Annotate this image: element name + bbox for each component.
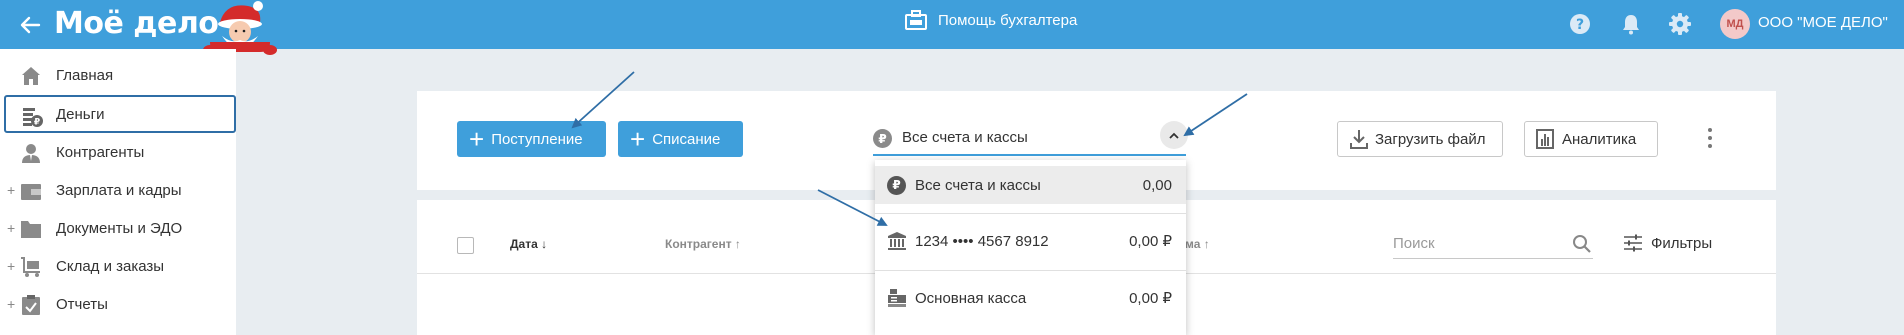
plus-icon: + [469, 124, 485, 154]
expand-icon[interactable]: + [7, 296, 15, 312]
person-icon [22, 144, 40, 163]
svg-text:?: ? [1576, 17, 1584, 33]
cash-register-icon [888, 289, 906, 307]
wallet-icon [21, 184, 41, 200]
sidebar-item-documents[interactable]: + Документы и ЭДО [0, 209, 236, 247]
gear-icon[interactable] [1668, 12, 1692, 36]
santa-decoration-icon [203, 1, 277, 55]
download-icon [1350, 130, 1368, 149]
dropdown-item-all-accounts[interactable]: ₽ Все счета и кассы 0,00 [875, 166, 1186, 204]
dropdown-item-label: Все счета и кассы [915, 176, 1041, 194]
account-select-value: Все счета и кассы [902, 129, 1028, 146]
account-select-toggle[interactable] [1160, 121, 1188, 149]
sidebar-item-label: Отчеты [56, 295, 108, 313]
help-icon[interactable]: ? [1568, 12, 1592, 36]
analytics-label: Аналитика [1562, 130, 1637, 148]
upload-file-label: Загрузить файл [1375, 130, 1486, 148]
sidebar-item-counterparties[interactable]: Контрагенты [0, 133, 236, 171]
svg-text:₽: ₽ [34, 118, 40, 128]
add-income-label: Поступление [491, 130, 583, 148]
organization-name[interactable]: ООО "МОЕ ДЕЛО" [1758, 14, 1888, 31]
sidebar-item-salary[interactable]: + Зарплата и кадры [0, 171, 236, 209]
sidebar: Главная ₽ Деньги Контрагенты + Зарплата … [0, 49, 236, 335]
add-expense-button[interactable]: + Списание [618, 121, 743, 157]
filters-label: Фильтры [1651, 234, 1713, 252]
sidebar-item-label: Контрагенты [56, 143, 145, 161]
sidebar-item-label: Деньги [56, 105, 105, 123]
sidebar-item-label: Документы и ЭДО [56, 219, 183, 237]
expand-icon[interactable]: + [7, 220, 15, 236]
briefcase-icon [905, 10, 927, 30]
select-all-checkbox[interactable] [457, 237, 474, 254]
filter-sliders-icon [1624, 234, 1642, 252]
back-arrow-icon[interactable] [17, 12, 43, 38]
sidebar-item-label: Зарплата и кадры [56, 181, 182, 199]
more-options-icon[interactable] [1707, 127, 1713, 149]
add-income-button[interactable]: + Поступление [457, 121, 606, 157]
dropdown-divider [875, 270, 1186, 271]
dropdown-item-bank-account[interactable]: 1234 •••• 4567 8912 0,00 ₽ [875, 222, 1186, 260]
expand-icon[interactable]: + [7, 258, 15, 274]
upload-file-button[interactable]: Загрузить файл [1337, 121, 1503, 157]
sidebar-item-warehouse[interactable]: + Склад и заказы [0, 247, 236, 285]
dropdown-item-balance: 0,00 ₽ [1129, 290, 1172, 307]
avatar[interactable]: МД [1720, 9, 1750, 39]
search-icon[interactable] [1572, 234, 1592, 254]
report-icon [22, 295, 40, 315]
top-header: Моё дело Помощь бухгалтера ? МД ООО "МОЕ… [0, 0, 1904, 55]
sidebar-item-money[interactable]: ₽ Деньги [4, 95, 236, 133]
cart-icon [21, 257, 40, 277]
plus-icon: + [630, 124, 646, 154]
app-logo[interactable]: Моё дело [54, 5, 219, 43]
money-icon: ₽ [23, 108, 43, 128]
column-header-counterparty[interactable]: Контрагент ↑ [665, 237, 741, 251]
dropdown-item-label: 1234 •••• 4567 8912 [915, 232, 1049, 250]
accountant-help-link[interactable]: Помощь бухгалтера [905, 10, 1077, 30]
sidebar-item-home[interactable]: Главная [0, 56, 236, 94]
analytics-button[interactable]: Аналитика [1524, 121, 1658, 157]
column-header-sum[interactable]: ма ↑ [1185, 237, 1210, 251]
account-select[interactable]: ₽ Все счета и кассы [873, 121, 1186, 156]
dropdown-item-balance: 0,00 [1142, 176, 1172, 194]
dropdown-item-cash-register[interactable]: Основная касса 0,00 ₽ [875, 279, 1186, 317]
account-dropdown: ₽ Все счета и кассы 0,00 1234 •••• 4567 … [875, 160, 1186, 335]
sidebar-item-label: Главная [56, 66, 114, 84]
add-expense-label: Списание [652, 130, 721, 148]
bell-icon[interactable] [1619, 12, 1643, 36]
search-input[interactable] [1393, 229, 1563, 257]
folder-icon [21, 221, 41, 238]
bar-chart-icon [1536, 129, 1554, 149]
chevron-up-icon [1169, 132, 1179, 139]
dropdown-divider [875, 213, 1186, 214]
search-field[interactable] [1393, 229, 1593, 259]
bank-icon [888, 232, 906, 250]
sidebar-item-label: Склад и заказы [56, 257, 165, 275]
ruble-icon: ₽ [887, 175, 906, 195]
home-icon [22, 67, 40, 85]
expand-icon[interactable]: + [7, 182, 15, 198]
sidebar-item-reports[interactable]: + Отчеты [0, 285, 236, 323]
dropdown-item-label: Основная касса [915, 289, 1027, 307]
column-header-date[interactable]: Дата ↓ [510, 237, 547, 251]
accountant-help-label: Помощь бухгалтера [938, 11, 1078, 29]
filters-button[interactable]: Фильтры [1623, 234, 1712, 252]
dropdown-item-balance: 0,00 ₽ [1129, 233, 1172, 250]
ruble-icon: ₽ [873, 129, 892, 148]
